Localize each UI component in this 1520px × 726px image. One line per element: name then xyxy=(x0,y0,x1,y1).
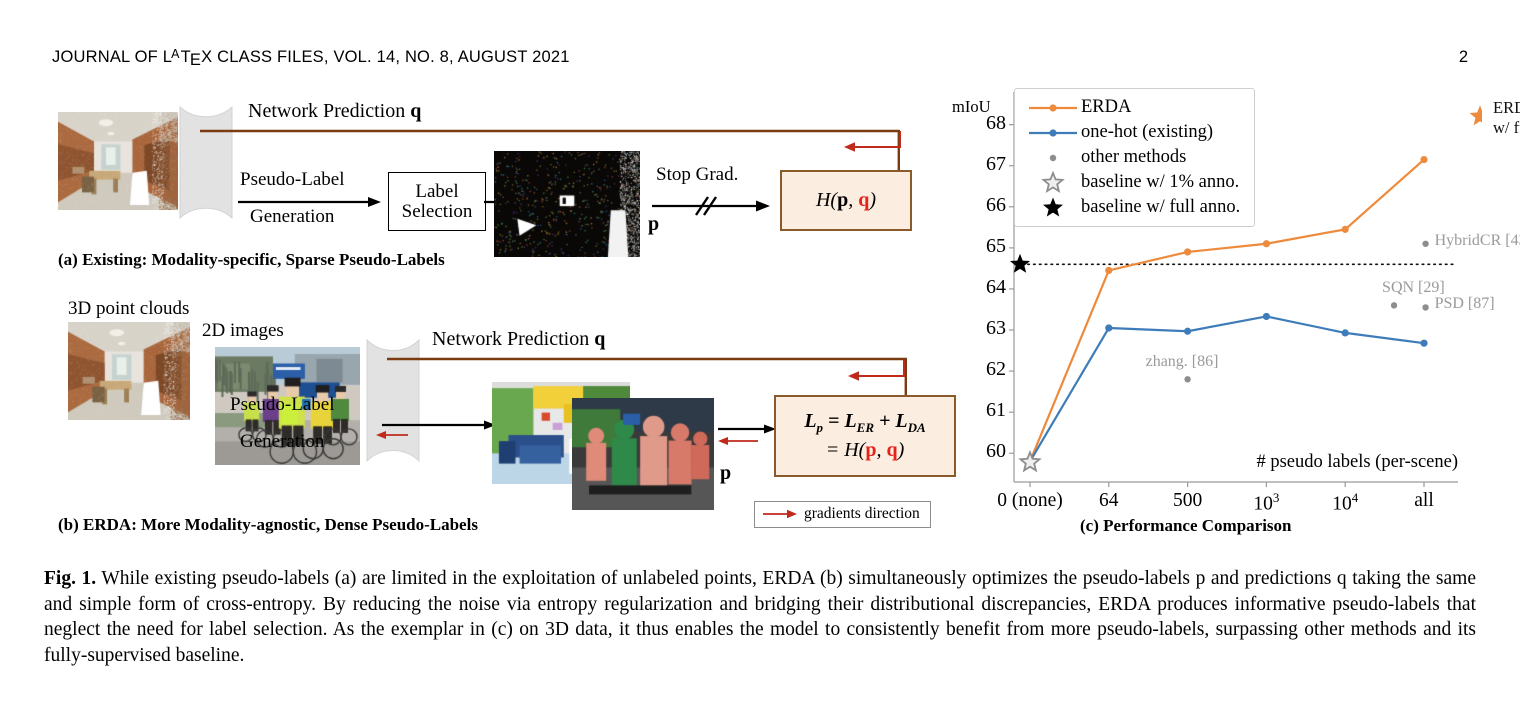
legend-symbol-line-marker xyxy=(1025,101,1081,115)
chart-annotation: HybridCR [43] xyxy=(1434,231,1520,249)
point-cloud-image-b xyxy=(68,322,190,420)
network-prediction-label-a: Network Prediction q xyxy=(248,100,422,122)
x-tick-label: all xyxy=(1414,490,1434,511)
legend-label: baseline w/ 1% anno. xyxy=(1081,172,1240,192)
y-tick-label: 60 xyxy=(986,440,1006,463)
network-prediction-label-b: Network Prediction q xyxy=(432,328,606,350)
loss-q-b: q xyxy=(886,439,898,462)
legend-item: baseline w/ 1% anno. xyxy=(1025,170,1240,195)
chart-annotation: zhang. [86] xyxy=(1145,353,1219,371)
point-cloud-image-a xyxy=(58,112,178,210)
stop-grad-label: Stop Grad. xyxy=(656,164,739,185)
legend-symbol-star-outline xyxy=(1025,170,1081,195)
cross-entropy-box-a: H(p, q) xyxy=(780,170,912,231)
y-tick-label: 61 xyxy=(986,399,1006,422)
erda-loss-box: Lp = LER + LDA = H(p, q) xyxy=(774,395,956,477)
gradient-arrow-a xyxy=(844,131,901,152)
pseudo-to-loss-arrow-b xyxy=(718,424,776,445)
q-variable-a: q xyxy=(410,100,422,122)
running-head-pre: JOURNAL OF xyxy=(52,48,163,66)
running-head-post: CLASS FILES, VOL. 14, NO. 8, AUGUST 2021 xyxy=(212,48,570,66)
panel-a-diagram: Network Prediction q Pseudo-Label Genera… xyxy=(52,95,932,275)
gradients-direction-legend: gradients direction xyxy=(754,501,931,528)
figure-page: JOURNAL OF LATEX CLASS FILES, VOL. 14, N… xyxy=(0,0,1520,726)
chart-legend: ERDA one-hot (existing) other methods basel… xyxy=(1014,88,1256,227)
latex-logo: LATEX xyxy=(162,47,213,69)
dense-pseudo-label-2d xyxy=(572,398,714,510)
legend-item: ERDA xyxy=(1025,95,1240,120)
y-tick-label: 66 xyxy=(986,193,1006,216)
figure-caption-text: While existing pseudo-labels (a) are lim… xyxy=(44,568,1476,666)
y-tick-label: 63 xyxy=(986,317,1006,340)
loss-p-b: p xyxy=(865,439,877,462)
figure-caption-label: Fig. 1. xyxy=(44,568,97,589)
pseudo-label-arrow-b xyxy=(376,420,496,439)
pseudo-label-generation-label-b: Pseudo-Label Generation xyxy=(230,394,335,452)
y-tick-label: 68 xyxy=(986,111,1006,134)
panel-b-diagram: 3D point clouds 2D images Network Predic… xyxy=(52,290,956,534)
legend-label: other methods xyxy=(1081,147,1187,167)
panel-c-chart: mIoU # pseudo labels (per-scene) 60 61 62 6… xyxy=(952,86,1520,556)
input-2d-label: 2D images xyxy=(202,320,284,341)
label-selection-box: Label Selection xyxy=(388,172,486,231)
page-number: 2 xyxy=(1458,48,1468,66)
legend-item: one-hot (existing) xyxy=(1025,120,1240,145)
legend-label: baseline w/ full anno. xyxy=(1081,197,1241,217)
legend-item: baseline w/ full anno. xyxy=(1025,195,1240,220)
panel-a-caption: (a) Existing: Modality-specific, Sparse … xyxy=(58,250,445,269)
input-3d-label: 3D point clouds xyxy=(68,298,190,319)
running-head: JOURNAL OF LATEX CLASS FILES, VOL. 14, N… xyxy=(52,47,570,69)
legend-label: ERDA xyxy=(1081,97,1132,117)
panel-c-caption: (c) Performance Comparison xyxy=(1080,516,1292,535)
legend-symbol-line-marker xyxy=(1025,126,1081,140)
y-tick-label: 64 xyxy=(986,275,1006,298)
gradients-direction-label: gradients direction xyxy=(804,505,920,522)
loss-q-a: q xyxy=(858,189,870,211)
panel-b-caption: (b) ERDA: More Modality-agnostic, Dense … xyxy=(58,515,478,534)
pseudo-label-arrow-a xyxy=(238,197,381,207)
y-tick-label: 67 xyxy=(986,152,1006,175)
y-tick-label: 65 xyxy=(986,234,1006,257)
figure-caption: Fig. 1. While existing pseudo-labels (a)… xyxy=(44,566,1476,668)
legend-label: one-hot (existing) xyxy=(1081,122,1214,142)
legend-symbol-dot xyxy=(1025,151,1081,165)
legend-symbol-star-filled xyxy=(1025,196,1081,220)
y-tick-label: 62 xyxy=(986,358,1006,381)
erda-full-anno-annotation: ERDAw/ full anno. xyxy=(1493,98,1520,137)
p-label-b: p xyxy=(720,462,732,484)
gradient-arrow-icon xyxy=(763,509,797,519)
chart-annotation: PSD [87] xyxy=(1434,295,1495,313)
sparse-pseudo-label-image xyxy=(494,151,640,257)
stop-grad-arrow xyxy=(652,196,770,216)
loss-p-a: p xyxy=(837,189,849,211)
gradient-arrow-b xyxy=(848,360,905,381)
legend-item: other methods xyxy=(1025,145,1240,170)
q-variable-b: q xyxy=(594,328,606,350)
